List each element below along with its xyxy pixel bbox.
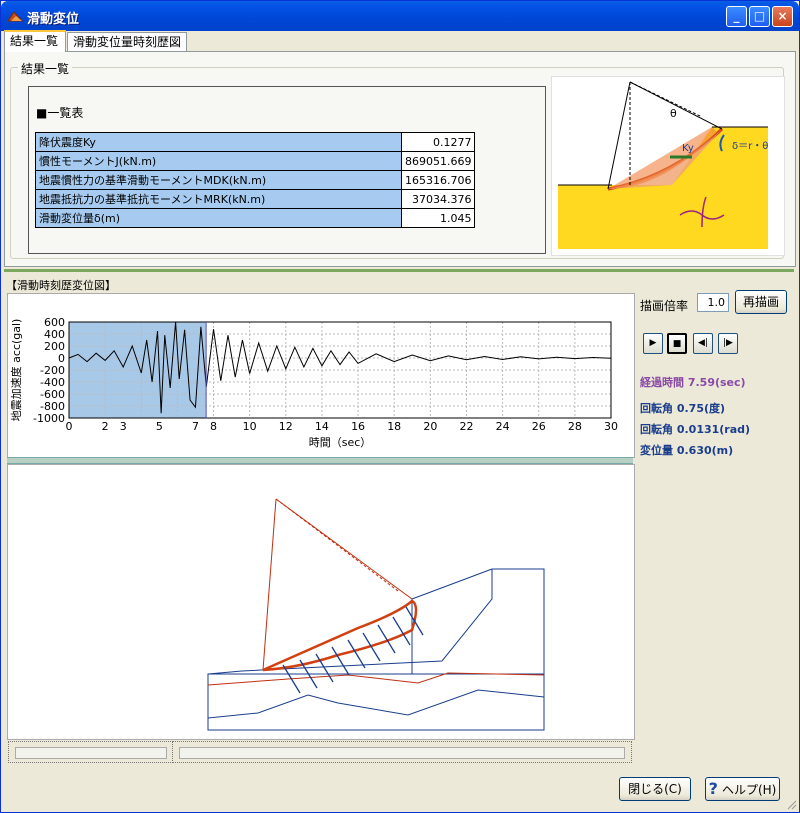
section-splitter[interactable] <box>4 269 794 272</box>
window-title: 滑動変位 <box>27 12 80 27</box>
minimize-button[interactable]: _ <box>726 6 747 27</box>
landslide-app-icon <box>7 11 23 22</box>
help-button[interactable]: ? ヘルプ(H) <box>705 777 780 801</box>
table-row: 地震抵抗力の基準抵抗モーメントMRK(kN.m) 37034.376 <box>35 189 476 209</box>
x-tick-label: 10 <box>243 420 257 433</box>
play-icon: ▶ <box>649 338 657 348</box>
resize-grip-icon[interactable] <box>787 800 797 810</box>
history-section-label: 【滑動時刻歴変位図】 <box>6 279 116 292</box>
results-group-label: 結果一覧 <box>18 60 73 77</box>
slope-animation <box>207 498 545 731</box>
x-tick-label: 24 <box>496 420 510 433</box>
scale-input[interactable]: 1.0 <box>697 293 729 312</box>
status-pane-left <box>8 741 173 763</box>
x-tick-label: 14 <box>315 420 329 433</box>
stop-icon: ■ <box>672 339 682 349</box>
table-row: 滑動変位量δ(m) 1.045 <box>35 208 476 228</box>
step-back-button[interactable]: ◀| <box>693 333 713 354</box>
table-row: 地震慣性力の基準滑動モーメントMDK(kN.m) 165316.706 <box>35 170 476 190</box>
x-tick-label: 2 <box>102 420 109 433</box>
x-tick-label: 30 <box>604 420 618 433</box>
results-table: 降伏震度Ky 0.1277 慣性モーメントJ(kN.m) 869051.669 地震… <box>35 132 476 228</box>
step-forward-button[interactable]: |▶ <box>718 333 738 354</box>
tab-results[interactable]: 結果一覧 <box>4 30 66 52</box>
x-tick-label: 7 <box>192 420 199 433</box>
x-tick-label: 28 <box>568 420 582 433</box>
svg-text:δ＝r・θ: δ＝r・θ <box>732 141 768 152</box>
x-tick-label: 3 <box>120 420 127 433</box>
x-axis-label: 時間（sec） <box>309 436 372 449</box>
svg-text:θ: θ <box>670 107 677 120</box>
tab-displacement-history[interactable]: 滑動変位量時刻歴図 <box>67 32 187 51</box>
acceleration-chart: 0 2 3 5 7 8 10 12 14 16 18 20 22 24 26 28 306004002000-2… <box>9 316 618 449</box>
panel-splitter[interactable] <box>7 457 633 464</box>
elapsed-time: 経過時間 7.59(sec) <box>640 376 746 389</box>
x-tick-label: 0 <box>66 420 73 433</box>
x-tick-label: 16 <box>351 420 365 433</box>
table-row: 慣性モーメントJ(kN.m) 869051.669 <box>35 151 476 171</box>
x-tick-label: 5 <box>156 420 163 433</box>
help-icon: ? <box>708 779 718 798</box>
acceleration-chart-panel: 0 2 3 5 7 8 10 12 14 16 18 20 22 24 26 28 30 600 400 200 0 -2… <box>7 293 635 458</box>
title-bar[interactable]: 滑動変位 _ □ × <box>1 1 799 31</box>
x-tick-label: 8 <box>210 420 217 433</box>
maximize-button[interactable]: □ <box>749 6 770 27</box>
x-tick-label: 22 <box>459 420 473 433</box>
slope-animation-panel <box>7 464 635 740</box>
x-tick-label: 18 <box>387 420 401 433</box>
x-tick-label: 26 <box>532 420 546 433</box>
x-tick-label: 12 <box>279 420 293 433</box>
close-window-button[interactable]: × <box>772 6 793 27</box>
table-title: ■一覧表 <box>36 106 84 120</box>
slope-concept-diagram: θ Ky δ＝r・θ <box>551 76 785 256</box>
step-back-icon: ◀| <box>698 338 708 348</box>
y-tick-label: -1000 <box>33 412 65 425</box>
displacement-amount: 変位量 0.630(m) <box>640 444 734 457</box>
y-axis-label: 地震加速度 acc(gal) <box>9 319 23 422</box>
close-button[interactable]: 閉じる(C) <box>619 777 691 801</box>
scale-label: 描画倍率 <box>640 299 689 313</box>
redraw-button[interactable]: 再描画 <box>735 290 787 314</box>
x-tick-label: 20 <box>423 420 437 433</box>
rotation-degree: 回転角 0.75(度) <box>640 402 726 415</box>
play-button[interactable]: ▶ <box>643 333 663 354</box>
svg-text:Ky: Ky <box>682 143 694 154</box>
stop-button[interactable]: ■ <box>667 333 687 354</box>
rotation-radian: 回転角 0.0131(rad) <box>640 423 751 436</box>
table-row: 降伏震度Ky 0.1277 <box>35 132 476 152</box>
step-forward-icon: |▶ <box>723 338 733 348</box>
status-pane-right <box>172 741 632 763</box>
